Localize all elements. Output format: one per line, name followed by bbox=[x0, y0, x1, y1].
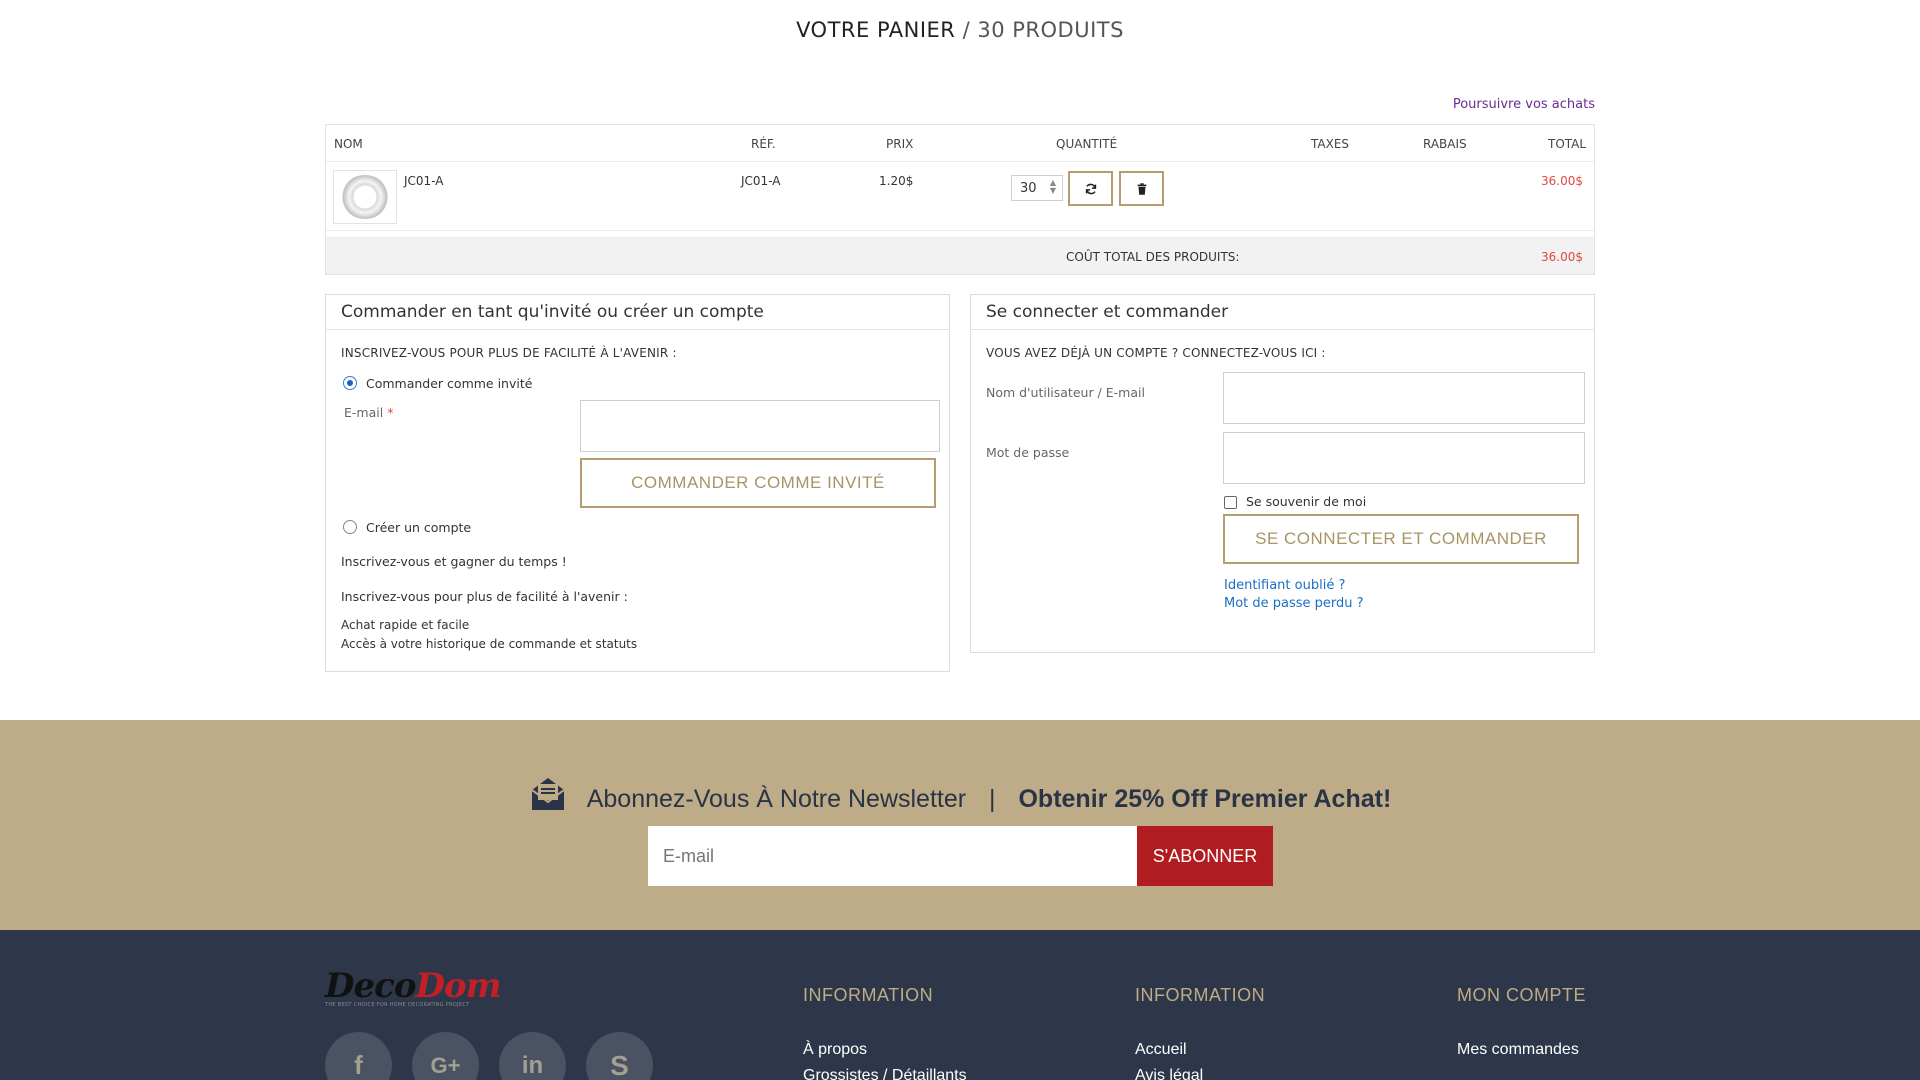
newsletter-title: Abonnez-Vous À Notre Newsletter bbox=[586, 785, 967, 813]
quantity-stepper[interactable]: 30 ▲ ▼ bbox=[1011, 175, 1063, 201]
guest-checkout-panel: Commander en tant qu'invité ou créer un … bbox=[325, 294, 950, 672]
ceiling-medallion-image bbox=[341, 175, 389, 219]
col-total: TOTAL bbox=[1548, 137, 1587, 151]
decodom-logo[interactable]: DecoDom bbox=[325, 966, 502, 1006]
facebook-icon[interactable]: f bbox=[325, 1032, 392, 1080]
forgot-password-link[interactable]: Mot de passe perdu ? bbox=[1224, 596, 1364, 611]
col-ref: RÉF. bbox=[751, 137, 776, 151]
total-value: 36.00$ bbox=[1541, 250, 1583, 264]
continue-shopping-link[interactable]: Poursuivre vos achats bbox=[1453, 97, 1595, 112]
guest-panel-title: Commander en tant qu'invité ou créer un … bbox=[326, 295, 949, 330]
logo-tagline: THE BEST CHOICE FOR HOME DECORATING PROJ… bbox=[325, 1002, 470, 1008]
col-taxes: TAXES bbox=[1311, 137, 1350, 151]
col-quantity: QUANTITÉ bbox=[1056, 137, 1118, 151]
required-mark: * bbox=[387, 405, 394, 420]
benefit-line-1: Inscrivez-vous et gagner du temps ! bbox=[341, 554, 567, 569]
login-intro: VOUS AVEZ DÉJÀ UN COMPTE ? CONNECTEZ-VOU… bbox=[986, 346, 1326, 360]
product-ref: JC01-A bbox=[741, 174, 781, 188]
total-label: COÛT TOTAL DES PRODUITS: bbox=[1066, 250, 1240, 264]
newsletter-email-input[interactable] bbox=[648, 826, 1138, 886]
guest-intro: INSCRIVEZ-VOUS POUR PLUS DE FACILITÉ À L… bbox=[341, 346, 677, 360]
remember-me-checkbox[interactable] bbox=[1224, 496, 1237, 509]
skype-icon[interactable]: S bbox=[586, 1032, 653, 1080]
spin-arrows-icon[interactable]: ▲ ▼ bbox=[1047, 179, 1059, 197]
footer-link-legal[interactable]: Avis légal bbox=[1135, 1067, 1203, 1080]
cart-title: VOTRE PANIER bbox=[796, 18, 956, 42]
email-label-text: E-mail bbox=[344, 405, 384, 420]
username-label: Nom d'utilisateur / E-mail bbox=[986, 385, 1145, 400]
footer-link-home[interactable]: Accueil bbox=[1135, 1041, 1187, 1059]
footer-link-about[interactable]: À propos bbox=[803, 1041, 867, 1059]
login-panel: Se connecter et commander VOUS AVEZ DÉJÀ… bbox=[970, 294, 1595, 653]
refresh-icon bbox=[1085, 183, 1096, 194]
remember-me-label[interactable]: Se souvenir de moi bbox=[1246, 494, 1366, 509]
page-title: VOTRE PANIER / 30 PRODUITS bbox=[0, 18, 1920, 42]
radio-create-account[interactable] bbox=[343, 520, 357, 534]
password-field[interactable] bbox=[1223, 432, 1585, 484]
newsletter-offer: Obtenir 25% Off Premier Achat! bbox=[1018, 785, 1392, 813]
newsletter-separator: | bbox=[989, 785, 996, 813]
footer-col3-title: MON COMPTE bbox=[1457, 985, 1586, 1005]
google-plus-icon[interactable]: G+ bbox=[412, 1032, 479, 1080]
logo-part-deco: Deco bbox=[325, 966, 416, 1006]
benefit-line-2: Inscrivez-vous pour plus de facilité à l… bbox=[341, 589, 628, 604]
line-total: 36.00$ bbox=[1541, 174, 1583, 188]
product-name[interactable]: JC01-A bbox=[404, 174, 443, 188]
footer-link-wholesalers[interactable]: Grossistes / Détaillants bbox=[803, 1067, 967, 1080]
password-label: Mot de passe bbox=[986, 445, 1070, 460]
col-name: NOM bbox=[334, 137, 363, 151]
guest-checkout-button[interactable]: COMMANDER COMME INVITÉ bbox=[580, 458, 936, 508]
linkedin-icon[interactable]: in bbox=[499, 1032, 566, 1080]
cart-table: NOM RÉF. PRIX QUANTITÉ TAXES RABAIS TOTA… bbox=[325, 124, 1595, 275]
login-panel-title: Se connecter et commander bbox=[971, 295, 1594, 330]
refresh-button[interactable] bbox=[1068, 171, 1113, 206]
logo-part-dom: Dom bbox=[415, 966, 502, 1006]
cart-total-row: COÛT TOTAL DES PRODUITS: 36.00$ bbox=[326, 237, 1594, 274]
radio-guest-label[interactable]: Commander comme invité bbox=[366, 376, 532, 391]
radio-create-label[interactable]: Créer un compte bbox=[366, 520, 471, 535]
cart-header-row: NOM RÉF. PRIX QUANTITÉ TAXES RABAIS TOTA… bbox=[326, 125, 1594, 162]
quantity-value: 30 bbox=[1020, 181, 1037, 196]
benefit-item-2: Accès à votre historique de commande et … bbox=[341, 637, 638, 651]
footer-col2-title: INFORMATION bbox=[1135, 985, 1266, 1005]
footer: DecoDom THE BEST CHOICE FOR HOME DECORAT… bbox=[0, 930, 1920, 1080]
delete-button[interactable] bbox=[1119, 171, 1164, 206]
login-checkout-button[interactable]: SE CONNECTER ET COMMANDER bbox=[1223, 514, 1579, 564]
cart-count: / 30 PRODUITS bbox=[962, 18, 1124, 42]
benefit-item-1: Achat rapide et facile bbox=[341, 618, 470, 632]
product-thumbnail[interactable] bbox=[333, 170, 397, 224]
trash-icon bbox=[1137, 182, 1146, 195]
table-row: JC01-A JC01-A 1.20$ 30 ▲ ▼ 36.00$ bbox=[326, 162, 1594, 231]
col-price: PRIX bbox=[886, 137, 914, 151]
newsletter-headline: Abonnez-Vous À Notre Newsletter | Obteni… bbox=[0, 775, 1920, 814]
email-field[interactable] bbox=[580, 400, 940, 452]
footer-col1-title: INFORMATION bbox=[803, 985, 934, 1005]
col-discount: RABAIS bbox=[1423, 137, 1467, 151]
footer-link-orders[interactable]: Mes commandes bbox=[1457, 1041, 1579, 1059]
radio-guest[interactable] bbox=[343, 376, 357, 390]
email-label: E-mail * bbox=[344, 405, 393, 420]
product-price: 1.20$ bbox=[879, 174, 914, 188]
mail-open-icon bbox=[531, 778, 565, 810]
username-field[interactable] bbox=[1223, 372, 1585, 424]
forgot-username-link[interactable]: Identifiant oublié ? bbox=[1224, 578, 1345, 593]
subscribe-button[interactable]: S'ABONNER bbox=[1137, 826, 1273, 886]
newsletter-section: Abonnez-Vous À Notre Newsletter | Obteni… bbox=[0, 720, 1920, 930]
